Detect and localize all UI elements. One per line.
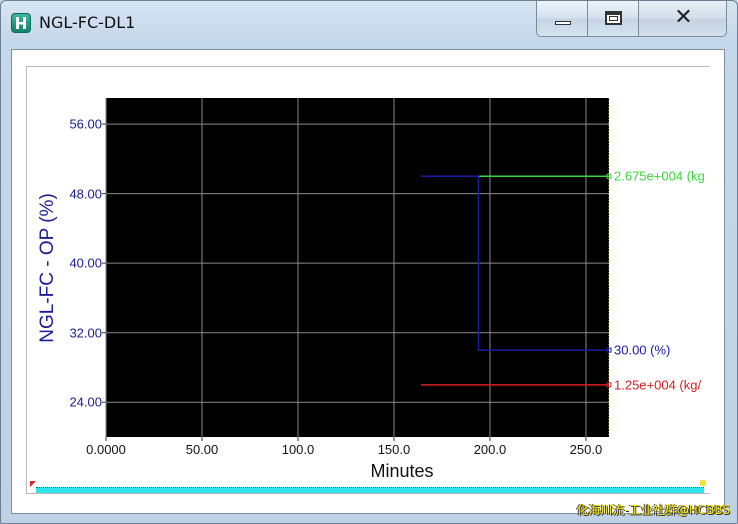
- y-tick-label: 32.00: [69, 325, 102, 341]
- trace-value-label-0: 2.675e+004 (kg: [614, 168, 705, 184]
- x-tick-label: 50.00: [185, 442, 219, 457]
- x-tick-label: 200.0: [473, 442, 507, 457]
- y-tick-label: 40.00: [69, 255, 102, 271]
- x-tick-label: 150.0: [377, 442, 411, 457]
- y-tick-label: 56.00: [69, 116, 102, 132]
- y-tick-label: 24.00: [69, 394, 102, 410]
- watermark-text: 化海川流-工业社群@HCBBS: [576, 503, 730, 517]
- x-tick-label: 250.0: [569, 442, 603, 457]
- x-axis-label: Minutes: [370, 461, 434, 481]
- scroll-right-marker[interactable]: [700, 480, 706, 486]
- time-scrollbar[interactable]: [36, 487, 704, 493]
- trace-value-label-2: 1.25e+004 (kg/: [614, 377, 702, 393]
- x-tick-label: 100.0: [281, 442, 315, 457]
- trace-labels: 2.675e+004 (kg 30.00 (%) 1.25e+004 (kg/: [609, 90, 708, 410]
- y-tick-label: 48.00: [69, 186, 102, 202]
- x-tick-label: 0.0000: [86, 442, 126, 457]
- y-axis-label: NGL-FC - OP (%): [37, 193, 58, 343]
- trace-value-label-1: 30.00 (%): [614, 342, 671, 358]
